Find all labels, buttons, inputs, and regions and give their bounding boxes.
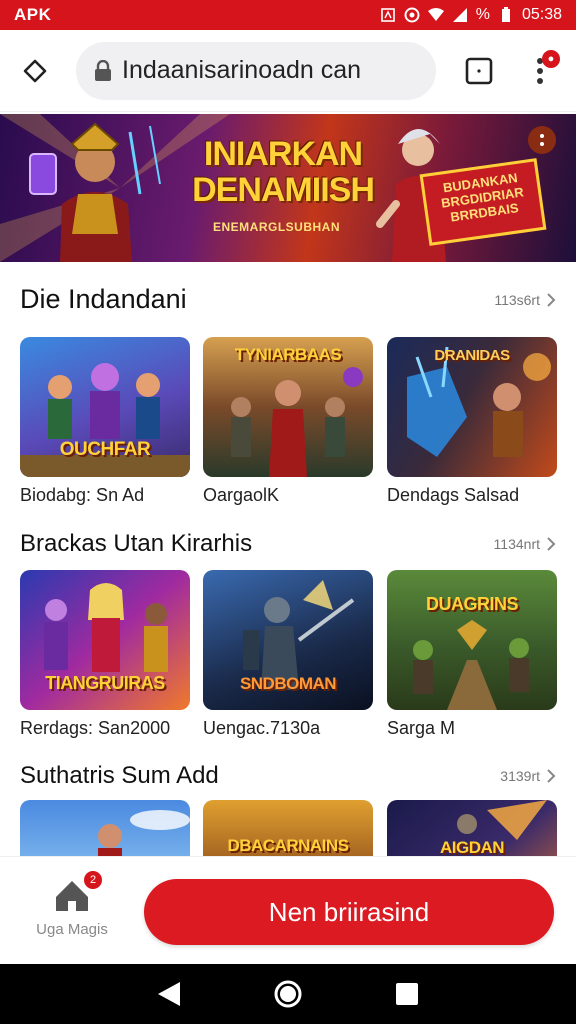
home-circle-icon: [274, 980, 302, 1008]
game-thumbnail: DRANIDAS: [387, 337, 557, 477]
banner-title-line1: INIARKAN: [203, 135, 363, 173]
game-title: Sarga M: [387, 718, 456, 738]
status-bar: APK % 05:38: [0, 0, 576, 30]
home-button[interactable]: [273, 979, 303, 1009]
game-title: Rerdags: San2000: [20, 718, 171, 738]
game-card[interactable]: OUCHFAR Biodabg: Sn Ad: [20, 337, 190, 506]
overflow-menu-button[interactable]: ●: [520, 46, 560, 96]
game-thumbnail: TYNIARBAAS: [203, 337, 373, 477]
mini-app-label: Uga Magis: [36, 921, 108, 938]
status-icons: % 05:38: [380, 6, 562, 24]
status-app-label: APK: [14, 5, 52, 24]
game-title: Biodabg: Sn Ad: [20, 485, 145, 505]
section-header-3[interactable]: Suthatris Sum Add 3139rt: [20, 762, 556, 790]
promo-banner[interactable]: INIARKAN DENAMIISH ENEMARGLSUBHAN BUDANK…: [0, 114, 576, 262]
banner-tagline: ENEMARGLSUBHAN: [213, 220, 340, 234]
game-art-title: TIANGRUIRAS: [45, 673, 165, 693]
game-card[interactable]: SNDBOMAN Uengac.7130a: [203, 570, 373, 739]
section-see-all[interactable]: 3139rt: [500, 768, 556, 784]
battery-percent: %: [475, 6, 490, 23]
section-see-all[interactable]: 113s6rt: [494, 292, 556, 308]
goblins-art: [413, 620, 529, 710]
recents-square-icon: [395, 983, 418, 1005]
banner-title-line2: DENAMIISH: [192, 171, 375, 209]
back-triangle-icon: [158, 982, 181, 1006]
mini-app-shortcut[interactable]: 2 Uga Magis: [22, 871, 122, 938]
tabs-button[interactable]: [456, 48, 502, 94]
status-time: 05:38: [521, 6, 562, 23]
target-icon: [404, 7, 420, 23]
game-thumbnail: OUCHFAR: [20, 337, 190, 477]
section-header-1[interactable]: Die Indandani 113s6rt: [20, 284, 556, 315]
section-count: 1134nrt: [493, 536, 540, 552]
game-title: Dendags Salsad: [387, 485, 520, 505]
bottom-action-bar: 2 Uga Magis Nen briirasind: [0, 856, 576, 964]
banner-dots-icon: [540, 134, 544, 146]
game-art-title: TYNIARBAAS: [234, 345, 342, 364]
game-card[interactable]: DRANIDAS Dendags Salsad: [387, 337, 557, 506]
game-art-title: DBACARNAINS: [227, 836, 349, 855]
section-title: Brackas Utan Kirarhis: [20, 530, 253, 557]
diamond-home-icon: [23, 59, 47, 82]
section-count: 3139rt: [500, 768, 540, 784]
primary-action-button[interactable]: Nen briirasind: [144, 879, 554, 945]
game-art-title: SNDBOMAN: [239, 674, 337, 693]
game-art-title: DRANIDAS: [434, 347, 510, 364]
browser-toolbar: Indaanisarinoadn can ●: [0, 30, 576, 112]
mini-app-badge: 2: [84, 871, 102, 889]
system-navigation-bar: [0, 964, 576, 1024]
menu-badge: ●: [542, 49, 560, 68]
game-thumbnail: SNDBOMAN: [203, 570, 373, 710]
chevron-right-icon: [547, 769, 556, 783]
game-card[interactable]: TIANGRUIRAS Rerdags: San2000: [20, 570, 190, 739]
diamond-home-button[interactable]: [12, 48, 58, 94]
address-bar[interactable]: Indaanisarinoadn can: [76, 41, 436, 100]
house-icon: 2: [52, 871, 102, 915]
section-title: Die Indandani: [20, 284, 187, 314]
section-header-2[interactable]: Brackas Utan Kirarhis 1134nrt: [20, 530, 556, 558]
game-title: OargaolK: [203, 485, 280, 505]
chevron-right-icon: [547, 537, 556, 551]
game-art-title: OUCHFAR: [59, 439, 151, 460]
signal-icon: [452, 8, 467, 22]
wifi-icon: [427, 8, 444, 21]
chevron-right-icon: [547, 292, 556, 307]
game-title: Uengac.7130a: [203, 718, 321, 738]
game-card[interactable]: TYNIARBAAS OargaolK: [203, 337, 373, 506]
recents-button[interactable]: [392, 979, 422, 1009]
game-thumbnail: DUAGRINS: [387, 570, 557, 710]
section-see-all[interactable]: 1134nrt: [494, 536, 556, 552]
nfc-icon: [380, 8, 395, 22]
url-text: Indaanisarinoadn can: [122, 56, 362, 84]
square-tab-icon: [465, 57, 493, 84]
battery-icon: [501, 7, 510, 22]
banner-more-button[interactable]: [528, 126, 556, 154]
lock-icon: [95, 59, 111, 81]
banner-title: INIARKAN DENAMIISH: [178, 136, 388, 208]
game-thumbnail: TIANGRUIRAS: [20, 570, 190, 710]
game-art-title: DUAGRINS: [425, 594, 519, 614]
section-count: 113s6rt: [494, 291, 540, 308]
game-card[interactable]: DUAGRINS Sarga M: [387, 570, 557, 739]
back-button[interactable]: [154, 979, 184, 1009]
section-title: Suthatris Sum Add: [20, 762, 219, 789]
game-art-title: AIGDAN: [439, 838, 505, 857]
